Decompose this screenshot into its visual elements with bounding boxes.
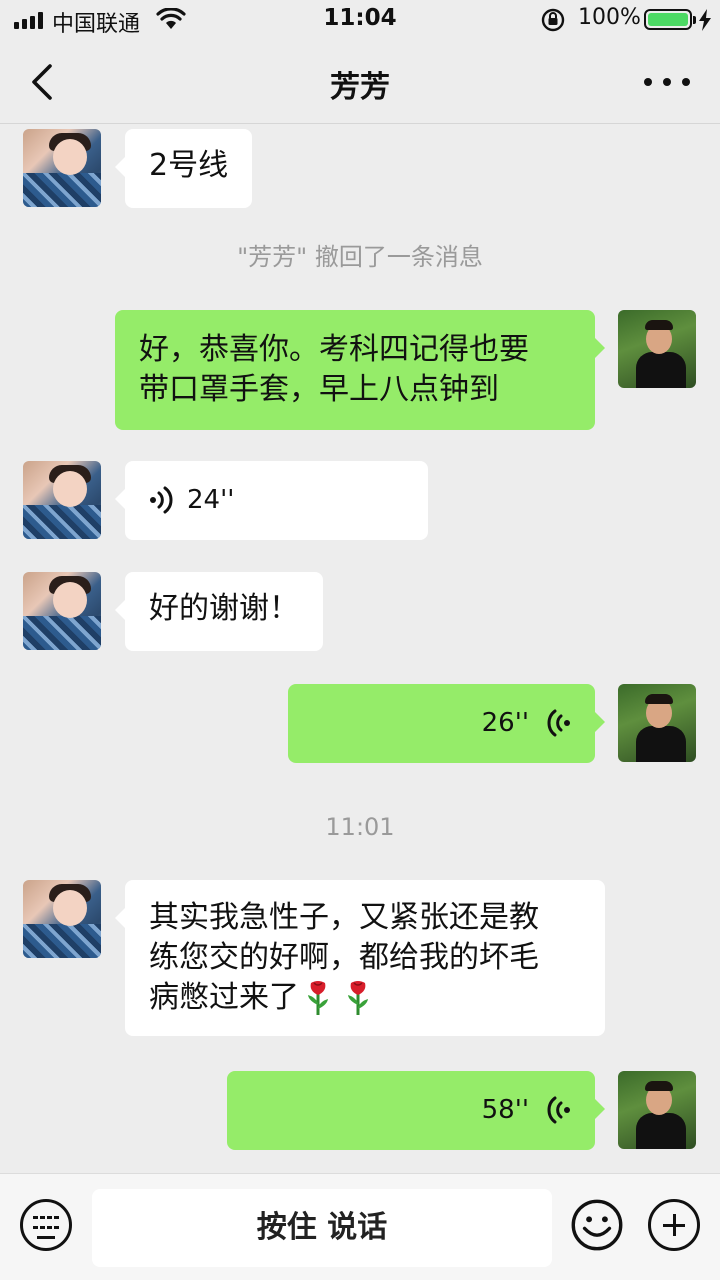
contact-avatar[interactable] bbox=[23, 572, 101, 650]
battery-percent: 100% bbox=[578, 5, 641, 30]
outgoing-text-bubble[interactable]: 好，恭喜你。考科四记得也要 带口罩手套，早上八点钟到 bbox=[115, 310, 605, 430]
rose-icon bbox=[308, 981, 328, 1015]
voice-wave-icon bbox=[547, 709, 570, 737]
chat-title: 芳芳 bbox=[330, 70, 390, 105]
message-line: 带口罩手套，早上八点钟到 bbox=[139, 372, 499, 407]
message-line: 其实我急性子，又紧张还是教 bbox=[149, 900, 539, 935]
message-text: 好的谢谢！ bbox=[149, 591, 299, 626]
message-list[interactable]: 2号线 "芳芳" 撤回了一条消息 好，恭喜你。考科四记得也要 带口罩手套，早上八… bbox=[0, 125, 720, 1173]
orientation-lock-icon bbox=[541, 8, 565, 32]
voice-duration: 24'' bbox=[187, 485, 235, 515]
more-dots-icon[interactable] bbox=[644, 66, 690, 98]
self-avatar[interactable] bbox=[618, 310, 696, 388]
incoming-text-bubble[interactable]: 其实我急性子，又紧张还是教 练您交的好啊，都给我的坏毛 病憋过来了 bbox=[115, 880, 605, 1036]
voice-duration: 26'' bbox=[481, 708, 529, 738]
voice-wave-icon bbox=[547, 1096, 570, 1124]
self-avatar[interactable] bbox=[618, 1071, 696, 1149]
incoming-text-bubble[interactable]: 2号线 bbox=[114, 129, 253, 208]
chat-header: 芳芳 bbox=[0, 40, 720, 124]
self-avatar[interactable] bbox=[618, 684, 696, 762]
emoji-icon[interactable] bbox=[571, 1199, 623, 1251]
outgoing-voice-bubble[interactable]: 58'' bbox=[227, 1071, 605, 1150]
incoming-text-bubble[interactable]: 好的谢谢！ bbox=[115, 572, 323, 651]
rose-icon bbox=[348, 981, 368, 1015]
status-bar: 中国联通 11:04 100% bbox=[0, 0, 720, 40]
voice-wave-icon bbox=[150, 486, 173, 514]
keyboard-icon[interactable] bbox=[20, 1199, 72, 1251]
recall-notice: "芳芳" 撤回了一条消息 bbox=[237, 243, 483, 271]
outgoing-voice-bubble[interactable]: 26'' bbox=[288, 684, 605, 763]
plus-icon[interactable] bbox=[648, 1199, 700, 1251]
timestamp-divider: 11:01 bbox=[325, 813, 395, 841]
message-line: 练您交的好啊，都给我的坏毛 bbox=[149, 940, 539, 975]
contact-avatar[interactable] bbox=[23, 880, 101, 958]
message-text: 2号线 bbox=[149, 148, 229, 183]
contact-avatar[interactable] bbox=[23, 129, 101, 207]
charging-icon bbox=[699, 9, 711, 31]
input-bar: 按住 说话 bbox=[0, 1173, 720, 1280]
voice-duration: 58'' bbox=[481, 1095, 529, 1125]
battery-icon bbox=[644, 9, 696, 30]
incoming-voice-bubble[interactable]: 24'' bbox=[115, 461, 428, 540]
hold-to-talk-button[interactable]: 按住 说话 bbox=[92, 1189, 552, 1267]
message-line: 好，恭喜你。考科四记得也要 bbox=[139, 332, 529, 367]
message-line: 病憋过来了 bbox=[149, 980, 299, 1015]
contact-avatar[interactable] bbox=[23, 461, 101, 539]
